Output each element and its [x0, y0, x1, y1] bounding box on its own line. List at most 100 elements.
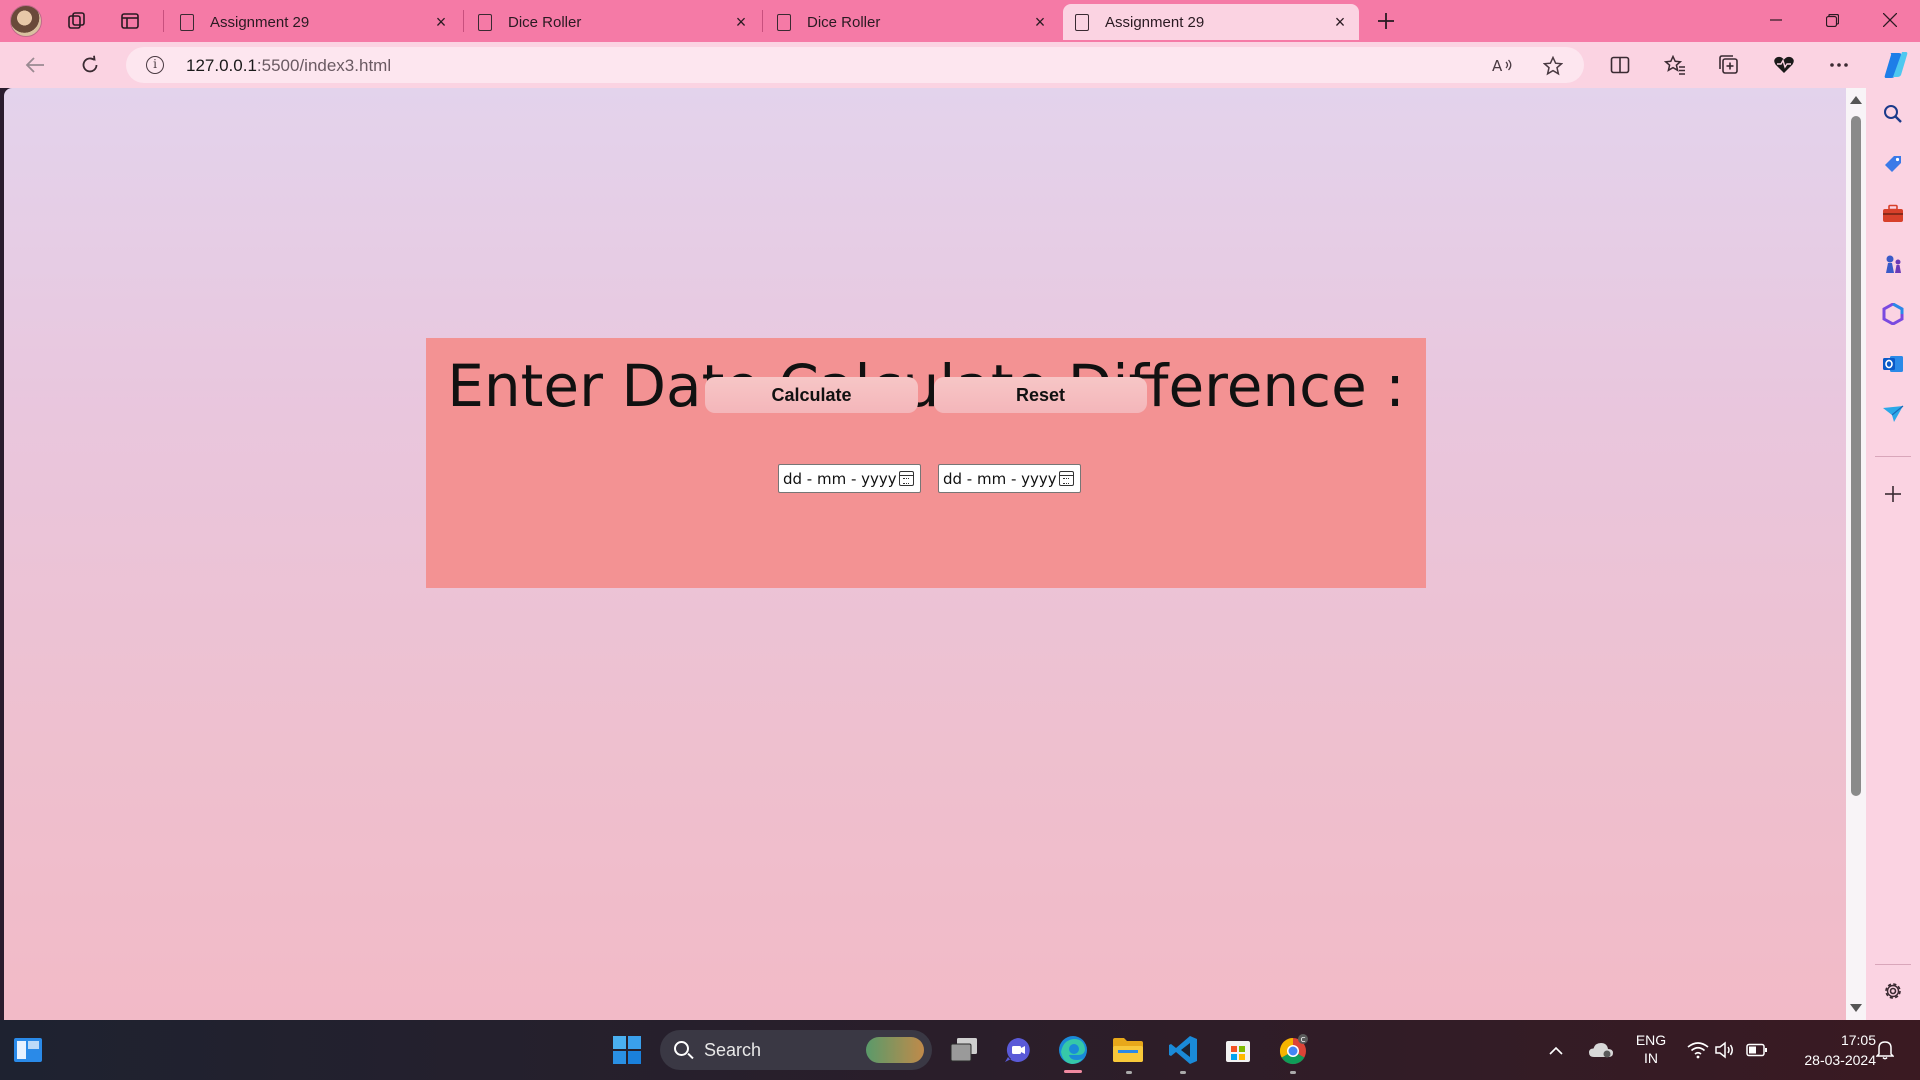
sidebar-separator	[1875, 456, 1911, 457]
search-highlight-image	[866, 1037, 924, 1063]
sidebar-separator	[1875, 964, 1911, 965]
taskbar-search-label: Search	[704, 1040, 762, 1060]
onedrive-icon[interactable]	[1587, 1034, 1615, 1066]
calendar-icon[interactable]	[899, 471, 914, 486]
close-icon[interactable]: ×	[734, 13, 748, 31]
more-options-icon[interactable]	[1826, 52, 1852, 78]
outlook-icon[interactable]	[1881, 352, 1905, 376]
close-window-icon[interactable]	[1862, 0, 1918, 40]
svg-text:A: A	[1492, 57, 1503, 75]
date-placeholder: dd - mm - yyyy	[943, 470, 1057, 488]
start-date-input[interactable]: dd - mm - yyyy	[778, 464, 921, 493]
running-app-indicator	[1180, 1071, 1186, 1074]
show-hidden-icons-chevron-icon[interactable]	[1546, 1034, 1566, 1066]
language-region: IN	[1644, 1050, 1658, 1066]
wifi-icon[interactable]	[1685, 1034, 1711, 1066]
url-text[interactable]: 127.0.0.1:5500/index3.html	[186, 56, 391, 76]
calendar-icon[interactable]	[1059, 471, 1074, 486]
sidebar-settings-gear-icon[interactable]	[1881, 979, 1905, 1003]
page-heading: Enter Date Calculate Difference :	[447, 352, 1405, 420]
favorites-icon[interactable]	[1662, 52, 1688, 78]
minimize-icon[interactable]	[1748, 0, 1804, 40]
tab-title: Assignment 29	[210, 13, 310, 31]
tab-separator	[762, 10, 763, 32]
close-icon[interactable]: ×	[1033, 13, 1047, 31]
shopping-tag-icon[interactable]	[1881, 152, 1905, 176]
page-icon	[180, 13, 194, 31]
tab-separator	[163, 10, 164, 32]
clock-date: 28-03-2024	[1804, 1052, 1876, 1068]
back-icon[interactable]	[20, 51, 50, 79]
page-viewport: Enter Date Calculate Difference : dd - m…	[4, 88, 1846, 1020]
running-app-indicator	[1126, 1071, 1132, 1074]
new-tab-icon[interactable]	[1374, 9, 1398, 33]
date-difference-card: Enter Date Calculate Difference : dd - m…	[426, 338, 1426, 588]
tab-dice-roller[interactable]: Dice Roller ×	[466, 4, 760, 40]
tab-assignment-29[interactable]: Assignment 29 ×	[168, 4, 460, 40]
collections-icon[interactable]	[1716, 52, 1742, 78]
date-placeholder: dd - mm - yyyy	[783, 470, 897, 488]
workspaces-icon[interactable]	[65, 9, 89, 33]
vertical-scrollbar[interactable]	[1846, 88, 1866, 1020]
reset-button[interactable]: Reset	[934, 377, 1147, 413]
profile-avatar[interactable]	[10, 5, 42, 37]
clock-time: 17:05	[1840, 1032, 1876, 1048]
input-language-indicator[interactable]: ENG IN	[1628, 1031, 1674, 1067]
games-chess-icon[interactable]	[1881, 252, 1905, 276]
edge-sidebar	[1866, 88, 1920, 1020]
tab-dice-roller-2[interactable]: Dice Roller ×	[765, 4, 1059, 40]
language-code: ENG	[1635, 1032, 1667, 1048]
teams-meet-icon[interactable]	[1002, 1034, 1034, 1066]
calculate-button[interactable]: Calculate	[705, 377, 918, 413]
split-screen-icon[interactable]	[1607, 52, 1633, 78]
sidebar-search-icon[interactable]	[1881, 102, 1905, 126]
vscode-icon[interactable]	[1167, 1034, 1199, 1066]
notifications-bell-icon[interactable]	[1872, 1034, 1898, 1066]
drop-send-icon[interactable]	[1881, 402, 1905, 426]
page-icon	[478, 13, 492, 31]
close-icon[interactable]: ×	[1333, 13, 1347, 31]
microsoft-365-icon[interactable]	[1881, 302, 1905, 326]
browser-tab-bar: Assignment 29 × Dice Roller × Dice Rolle…	[0, 0, 1920, 42]
close-icon[interactable]: ×	[434, 13, 448, 31]
edge-browser-icon[interactable]	[1057, 1034, 1089, 1066]
read-aloud-icon[interactable]: A	[1492, 55, 1514, 77]
browser-toolbar: i 127.0.0.1:5500/index3.html A	[0, 42, 1920, 88]
search-icon	[674, 1041, 689, 1056]
url-path: :5500/index3.html	[256, 56, 392, 75]
tools-briefcase-icon[interactable]	[1881, 202, 1905, 226]
tab-title: Dice Roller	[807, 13, 881, 31]
widgets-icon[interactable]	[12, 1034, 44, 1066]
refresh-icon[interactable]	[75, 51, 105, 79]
svg-text:C: C	[1301, 1036, 1306, 1044]
scroll-thumb[interactable]	[1851, 116, 1861, 796]
chrome-icon[interactable]: C	[1277, 1034, 1309, 1066]
vertical-tabs-icon[interactable]	[118, 9, 142, 33]
end-date-input[interactable]: dd - mm - yyyy	[938, 464, 1081, 493]
address-bar[interactable]: i 127.0.0.1:5500/index3.html A	[126, 47, 1584, 83]
system-clock[interactable]: 17:05 28-03-2024	[1780, 1030, 1876, 1070]
url-host: 127.0.0.1	[186, 56, 257, 75]
tab-assignment-29-active[interactable]: Assignment 29 ×	[1063, 4, 1359, 40]
add-sidebar-app-icon[interactable]	[1881, 482, 1905, 506]
scroll-up-arrow-icon[interactable]	[1850, 96, 1862, 104]
favorite-star-icon[interactable]	[1542, 55, 1564, 77]
microsoft-store-icon[interactable]	[1222, 1034, 1254, 1066]
scroll-down-arrow-icon[interactable]	[1850, 1004, 1862, 1012]
volume-icon[interactable]	[1713, 1034, 1737, 1066]
restore-icon[interactable]	[1804, 0, 1860, 40]
browser-essentials-icon[interactable]	[1771, 52, 1797, 78]
copilot-icon[interactable]	[1880, 49, 1912, 81]
battery-icon[interactable]	[1745, 1034, 1769, 1066]
active-app-indicator	[1064, 1070, 1082, 1073]
page-icon	[777, 13, 791, 31]
task-view-icon[interactable]	[948, 1034, 980, 1066]
running-app-indicator	[1290, 1071, 1296, 1074]
site-info-icon[interactable]: i	[146, 56, 164, 74]
tab-title: Assignment 29	[1105, 13, 1205, 31]
page-icon	[1075, 13, 1089, 31]
windows-start-icon[interactable]	[611, 1034, 643, 1066]
taskbar-search-box[interactable]: Search	[660, 1030, 932, 1070]
file-explorer-icon[interactable]	[1112, 1034, 1144, 1066]
windows-taskbar: Search C ENG IN 17:05 28-03-2024	[0, 1020, 1920, 1080]
